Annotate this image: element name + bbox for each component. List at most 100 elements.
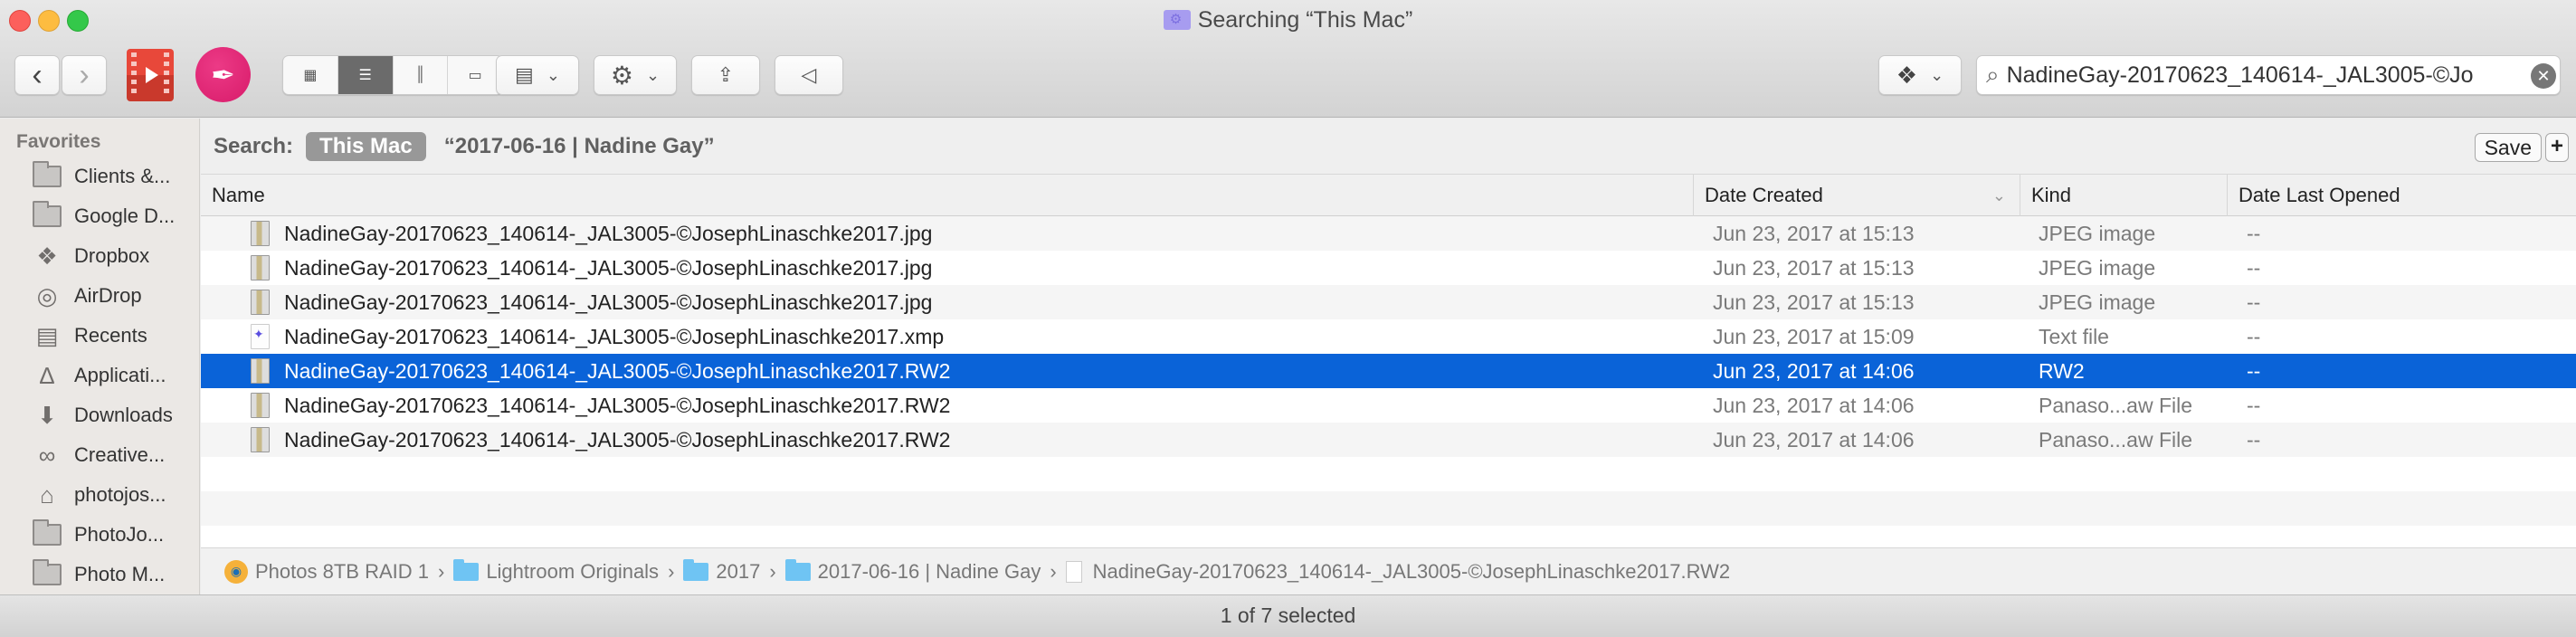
column-header: Name Date Created ⌄ Kind Date Last Opene… [201,175,2576,216]
window-title-text: Searching “This Mac” [1197,7,1413,33]
scope-this-mac-button[interactable]: This Mac [306,131,426,161]
share-button[interactable]: ⇪ [691,55,760,95]
path-segment-label: 2017-06-16 | Nadine Gay [817,559,1041,583]
dropbox-icon: ❖ [1896,61,1918,89]
file-name: NadineGay-20170623_140614-_JAL3005-©Jose… [284,428,951,452]
group-by-button[interactable]: ▤ ⌄ [496,55,579,95]
forward-button[interactable]: › [62,55,107,95]
smart-folder-icon [1163,10,1191,30]
gear-icon: ⚙ [610,61,633,90]
sidebar-item-folder[interactable]: Clients &... [0,157,199,196]
file-kind: JPEG image [2039,222,2156,245]
feather-icon: ✒ [211,58,235,91]
recents-icon: ▤ [35,321,59,349]
sidebar-item-home[interactable]: ⌂ photojos... [0,475,199,515]
column-date-last-opened[interactable]: Date Last Opened [2227,175,2576,216]
sidebar-item-downloads[interactable]: ⬇ Downloads [0,395,199,435]
sidebar-item-recents[interactable]: ▤ Recents [0,316,199,356]
path-segment[interactable]: Lightroom Originals [453,558,660,584]
folder-icon [784,558,811,581]
creative-cloud-icon: ∞ [38,441,56,469]
file-row[interactable]: NadineGay-20170623_140614-_JAL3005-©Jose… [201,354,2576,388]
gallery-icon: ▭ [468,68,482,83]
path-separator-icon: › [1050,559,1057,583]
drive-icon: ◉ [224,559,248,584]
clear-search-icon[interactable]: ✕ [2531,63,2556,89]
path-segment[interactable]: ◉ Photos 8TB RAID 1 [224,559,429,584]
applications-icon: ∆ [40,361,54,389]
sidebar: Favorites Clients &... Google D... ❖ Dropbo… [0,119,200,594]
scope-current-folder-button[interactable]: “2017-06-16 | Nadine Gay” [444,134,715,159]
sidebar-item-label: AirDrop [74,284,142,307]
column-date-created-label: Date Created [1705,184,1823,206]
path-segment[interactable]: NadineGay-20170623_140614-_JAL3005-©Jose… [1065,560,1730,584]
file-date-created: Jun 23, 2017 at 14:06 [1713,394,1915,417]
folder-shape [33,559,62,585]
view-mode-control: ▦ ☰ ║ ▭ [282,55,503,95]
feather-app-icon[interactable]: ✒ [195,47,251,102]
dropbox-menu-button[interactable]: ❖ ⌄ [1878,55,1962,95]
empty-row [201,457,2576,491]
search-input[interactable] [2006,62,2495,89]
sidebar-item-airdrop[interactable]: ◎ AirDrop [0,276,199,316]
sidebar-item-creative-cloud[interactable]: ∞ Creative... [0,435,199,475]
sidebar-item-label: Photo M... [74,563,166,585]
icon-view-button[interactable]: ▦ [283,56,338,94]
folder-shape [33,519,62,546]
path-segment[interactable]: 2017-06-16 | Nadine Gay [784,558,1041,584]
tags-button[interactable]: ◁ [775,55,843,95]
title-bar: Searching “This Mac” ‹ › ✒ ▦ ☰ ║ ▭ ▤ ⌄ ⚙… [0,0,2576,118]
file-kind: Panaso...aw File [2039,394,2193,417]
file-date-last-opened: -- [2247,290,2261,314]
chevron-down-icon: ⌄ [1930,65,1944,84]
file-row[interactable]: NadineGay-20170623_140614-_JAL3005-©Jose… [201,319,2576,354]
share-icon: ⇪ [717,63,735,86]
status-bar: 1 of 7 selected [0,594,2576,637]
path-segment-label: Lightroom Originals [486,559,660,583]
home-icon: ⌂ [40,480,54,509]
sidebar-item-label: Applicati... [74,364,166,386]
save-search-button[interactable]: Save [2474,133,2542,162]
folder-icon [683,558,709,581]
image-thumbnail-icon [251,358,270,384]
file-list: NadineGay-20170623_140614-_JAL3005-©Jose… [201,216,2576,560]
sidebar-item-folder[interactable]: Photo M... [0,555,199,594]
file-name: NadineGay-20170623_140614-_JAL3005-©Jose… [284,394,951,417]
file-row[interactable]: NadineGay-20170623_140614-_JAL3005-©Jose… [201,285,2576,319]
image-thumbnail-icon [251,221,270,246]
image-thumbnail-icon [251,427,270,452]
document-icon [1065,560,1082,583]
list-view-button[interactable]: ☰ [337,56,394,94]
file-row[interactable]: NadineGay-20170623_140614-_JAL3005-©Jose… [201,251,2576,285]
file-kind: Panaso...aw File [2039,428,2193,452]
sidebar-item-label: Recents [74,324,147,347]
column-view-button[interactable]: ║ [394,56,449,94]
file-kind: Text file [2039,325,2109,348]
column-kind[interactable]: Kind [2020,175,2226,216]
sidebar-item-dropbox[interactable]: ❖ Dropbox [0,236,199,276]
folder-shape [33,201,62,227]
list-icon: ☰ [358,68,372,83]
file-name: NadineGay-20170623_140614-_JAL3005-©Jose… [284,256,933,280]
video-app-icon[interactable] [127,49,174,101]
sidebar-item-label: Creative... [74,443,166,466]
file-row[interactable]: NadineGay-20170623_140614-_JAL3005-©Jose… [201,423,2576,457]
gallery-view-button[interactable]: ▭ [448,56,502,94]
folder-icon [32,559,62,587]
sidebar-item-applications[interactable]: ∆ Applicati... [0,356,199,395]
icon-grid-icon: ▦ [303,68,318,83]
file-name: NadineGay-20170623_140614-_JAL3005-©Jose… [284,325,945,348]
action-menu-button[interactable]: ⚙ ⌄ [594,55,677,95]
add-criteria-button[interactable]: + [2545,133,2569,162]
column-date-created[interactable]: Date Created ⌄ [1693,175,2019,216]
path-segment[interactable]: 2017 [683,558,760,584]
file-row[interactable]: NadineGay-20170623_140614-_JAL3005-©Jose… [201,388,2576,423]
sidebar-item-folder[interactable]: PhotoJo... [0,515,199,555]
search-field[interactable]: ⌕ ✕ [1976,55,2561,95]
column-name[interactable]: Name [201,175,1693,216]
sidebar-item-folder[interactable]: Google D... [0,196,199,236]
back-button[interactable]: ‹ [14,55,60,95]
file-row[interactable]: NadineGay-20170623_140614-_JAL3005-©Jose… [201,216,2576,251]
file-date-last-opened: -- [2247,222,2261,245]
sidebar-item-label: Dropbox [74,244,150,267]
